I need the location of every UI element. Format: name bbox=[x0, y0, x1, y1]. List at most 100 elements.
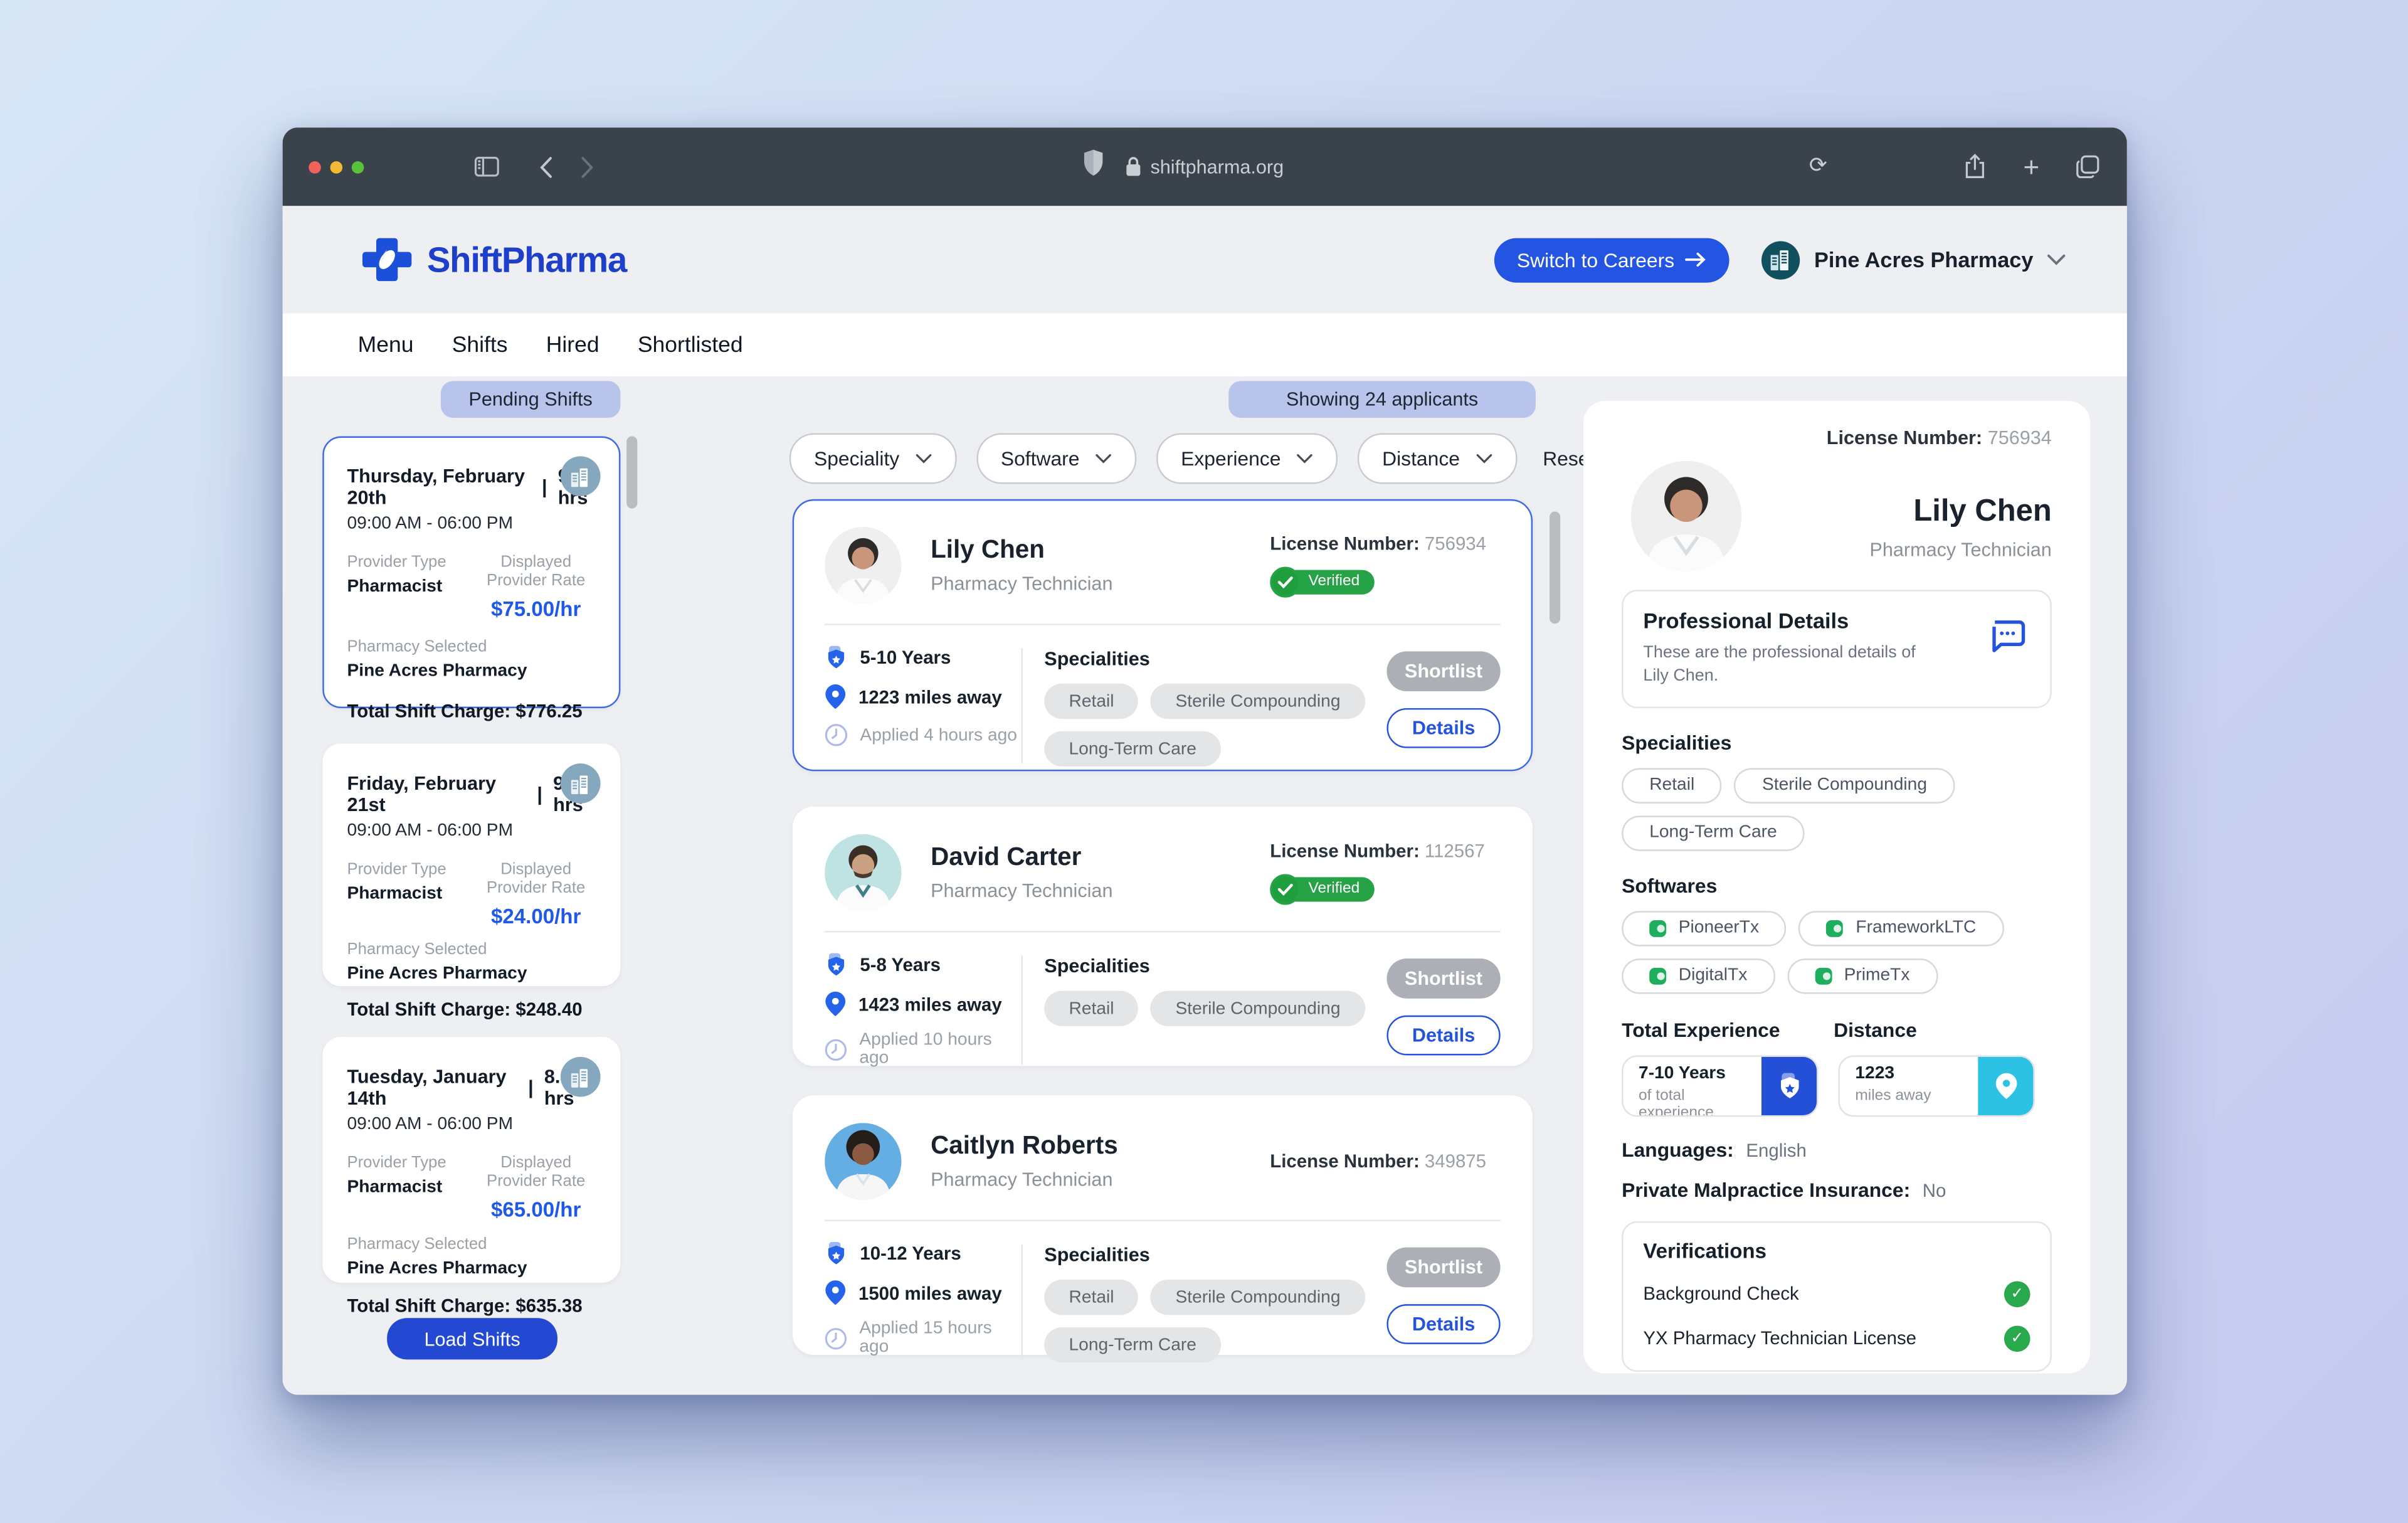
software-label: PioneerTx bbox=[1679, 919, 1759, 937]
new-tab-icon[interactable]: + bbox=[2023, 153, 2039, 181]
chevron-down-icon bbox=[1095, 453, 1112, 464]
forward-icon[interactable] bbox=[581, 156, 594, 178]
nav-item-shortlisted[interactable]: Shortlisted bbox=[638, 332, 743, 357]
shift-card[interactable]: Tuesday, January 14th | 8.5 hrs 09:00 AM… bbox=[322, 1037, 620, 1283]
shiftpharma-cross-icon bbox=[361, 233, 413, 285]
filter-speciality[interactable]: Speciality bbox=[789, 433, 956, 484]
chat-icon[interactable] bbox=[1988, 619, 2025, 654]
shift-card[interactable]: Thursday, February 20th | 9 hrs 09:00 AM… bbox=[322, 437, 620, 708]
software-icon bbox=[1649, 967, 1666, 984]
insurance-value: No bbox=[1923, 1179, 1946, 1201]
tab-overview-icon[interactable] bbox=[2076, 155, 2099, 178]
pharmacy-value: Pine Acres Pharmacy bbox=[347, 1260, 596, 1278]
nav-item-hired[interactable]: Hired bbox=[546, 332, 599, 357]
experience-badge-icon bbox=[825, 1241, 848, 1266]
location-pin-icon bbox=[825, 991, 846, 1017]
close-window-icon[interactable] bbox=[309, 161, 321, 173]
details-button[interactable]: Details bbox=[1386, 708, 1500, 748]
location-pin-icon bbox=[825, 684, 846, 710]
filter-experience[interactable]: Experience bbox=[1156, 433, 1338, 484]
experience-stat-card: 7-10 Years of total experience bbox=[1622, 1055, 1818, 1117]
verified-badge: Verified bbox=[1270, 873, 1380, 904]
account-menu[interactable]: Pine Acres Pharmacy bbox=[1762, 240, 2066, 279]
share-icon[interactable] bbox=[1965, 154, 1986, 180]
shift-date: Thursday, February 20th bbox=[347, 465, 531, 509]
applicant-avatar bbox=[825, 834, 901, 910]
building-icon bbox=[561, 763, 601, 804]
filter-software[interactable]: Software bbox=[976, 433, 1136, 484]
shortlist-button[interactable]: Shortlist bbox=[1386, 958, 1500, 999]
total-value: $635.38 bbox=[515, 1295, 582, 1316]
applicant-avatar bbox=[825, 526, 901, 603]
shortlist-button[interactable]: Shortlist bbox=[1386, 1248, 1500, 1288]
shift-card[interactable]: Friday, February 21st | 9 hrs 09:00 AM -… bbox=[322, 743, 620, 986]
check-icon: ✓ bbox=[2004, 1325, 2030, 1352]
specialities-label: Specialities bbox=[1044, 955, 1386, 977]
applicants-scrollbar[interactable] bbox=[1550, 512, 1560, 624]
distance-stat-card: 1223 miles away bbox=[1838, 1055, 2034, 1117]
experience-sub: of total experience bbox=[1639, 1087, 1761, 1117]
software-pill: PrimeTx bbox=[1787, 958, 1938, 994]
pharmacy-value: Pine Acres Pharmacy bbox=[347, 965, 596, 983]
applicant-count-banner: Showing 24 applicants bbox=[1228, 381, 1536, 418]
software-label: FrameworkLTC bbox=[1856, 919, 1976, 937]
speciality-pill: Sterile Compounding bbox=[1735, 768, 1955, 803]
specialities-label: Specialities bbox=[1044, 648, 1386, 669]
address-bar[interactable]: shiftpharma.org bbox=[283, 127, 2127, 206]
shift-time: 09:00 AM - 06:00 PM bbox=[347, 822, 596, 840]
shortlist-button[interactable]: Shortlist bbox=[1386, 651, 1500, 691]
back-icon[interactable] bbox=[539, 156, 553, 178]
brand-logo[interactable]: ShiftPharma bbox=[361, 233, 627, 285]
license-number: 112567 bbox=[1425, 839, 1485, 861]
separator: | bbox=[528, 1077, 534, 1098]
specialities-label: Specialities bbox=[1044, 1244, 1386, 1266]
applicant-card[interactable]: Lily Chen Pharmacy Technician License Nu… bbox=[793, 499, 1533, 771]
software-label: DigitalTx bbox=[1679, 967, 1748, 985]
verified-check-icon bbox=[1270, 873, 1301, 904]
chevron-down-icon bbox=[915, 453, 932, 464]
nav-item-menu[interactable]: Menu bbox=[358, 332, 414, 357]
rate-value: $65.00/hr bbox=[476, 1198, 596, 1221]
nav-item-shifts[interactable]: Shifts bbox=[452, 332, 508, 357]
brand-name: ShiftPharma bbox=[427, 239, 626, 280]
speciality-pill: Sterile Compounding bbox=[1151, 1280, 1365, 1315]
location-pin-icon bbox=[825, 1280, 846, 1306]
pharmacy-value: Pine Acres Pharmacy bbox=[347, 662, 596, 681]
load-shifts-button[interactable]: Load Shifts bbox=[387, 1318, 557, 1359]
speciality-pill: Long-Term Care bbox=[1044, 731, 1221, 767]
clock-icon bbox=[825, 1037, 847, 1061]
minimize-window-icon[interactable] bbox=[330, 161, 343, 173]
professional-details-box: Professional Details These are the profe… bbox=[1622, 590, 2052, 708]
total-label: Total Shift Charge: bbox=[347, 999, 510, 1020]
pharmacy-label: Pharmacy Selected bbox=[347, 940, 596, 958]
switch-to-careers-button[interactable]: Switch to Careers bbox=[1494, 237, 1729, 282]
app-header: ShiftPharma Switch to Careers Pine Acres… bbox=[283, 206, 2127, 313]
experience-text: 5-8 Years bbox=[860, 954, 941, 975]
details-button[interactable]: Details bbox=[1386, 1016, 1500, 1056]
building-icon bbox=[561, 456, 601, 496]
experience-badge-icon bbox=[1761, 1056, 1817, 1115]
privacy-shield-icon[interactable] bbox=[1083, 149, 1104, 177]
rate-value: $75.00/hr bbox=[476, 598, 596, 621]
browser-window: shiftpharma.org ⟳ + bbox=[283, 127, 2127, 1394]
clock-icon bbox=[825, 1327, 847, 1350]
filter-label: Distance bbox=[1382, 447, 1460, 470]
software-label: PrimeTx bbox=[1844, 967, 1910, 985]
fullscreen-window-icon[interactable] bbox=[352, 161, 364, 173]
details-button[interactable]: Details bbox=[1386, 1304, 1500, 1344]
shifts-scrollbar[interactable] bbox=[626, 437, 637, 509]
pharmacy-label: Pharmacy Selected bbox=[347, 637, 596, 655]
provider-type-value: Pharmacist bbox=[347, 885, 476, 903]
verifications-box: Verifications Background Check ✓ YX Phar… bbox=[1622, 1221, 2052, 1371]
applicant-detail-panel: License Number: 756934 Lily Chen Pharmac… bbox=[1583, 401, 2090, 1373]
applied-text: Applied 4 hours ago bbox=[860, 726, 1017, 744]
applicant-card[interactable]: Caitlyn Roberts Pharmacy Technician Lice… bbox=[793, 1095, 1533, 1355]
refresh-icon[interactable]: ⟳ bbox=[1809, 152, 1827, 178]
distance-text: 1223 miles away bbox=[858, 686, 1002, 707]
sidebar-toggle-icon[interactable] bbox=[475, 157, 499, 177]
filter-distance[interactable]: Distance bbox=[1358, 433, 1517, 484]
experience-badge-icon bbox=[825, 645, 848, 670]
building-icon bbox=[561, 1057, 601, 1097]
applicant-card[interactable]: David Carter Pharmacy Technician License… bbox=[793, 807, 1533, 1066]
shift-date: Friday, February 21st bbox=[347, 773, 526, 816]
